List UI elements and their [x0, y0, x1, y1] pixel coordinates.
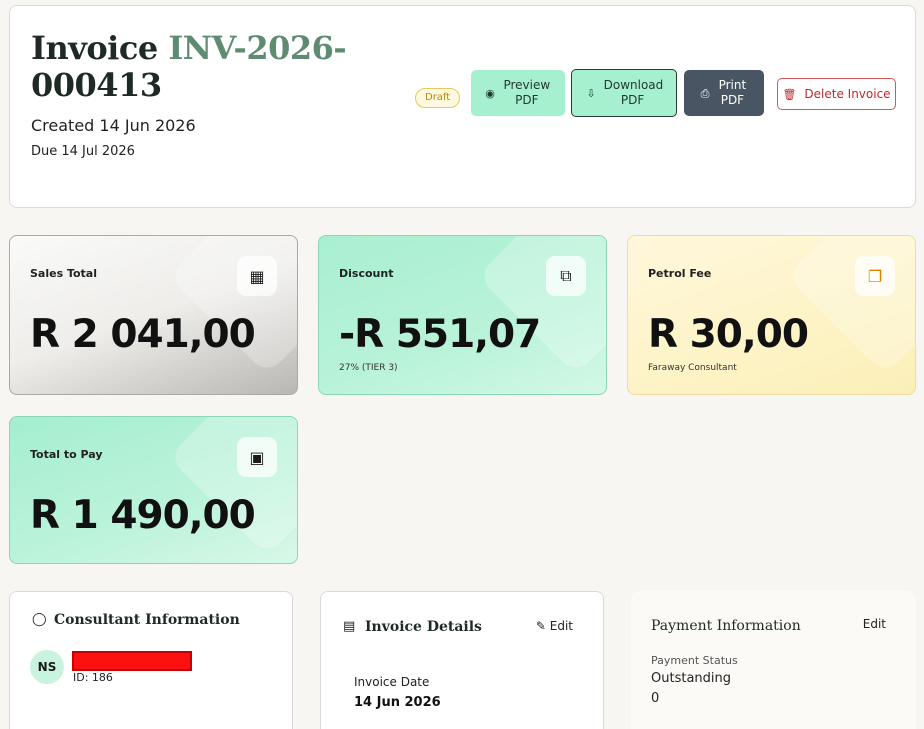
calculator-icon: ▦	[237, 256, 277, 296]
eye-icon: ◉	[485, 86, 495, 100]
edit-payment-button[interactable]: Edit	[863, 617, 886, 631]
consultant-information-card: ◯ Consultant Information NS ID: 186	[9, 591, 293, 729]
redacted-name	[72, 651, 192, 671]
petrol-fee-value: R 30,00	[648, 312, 809, 357]
trash-icon: 🗑	[782, 87, 797, 101]
payment-information-title: Payment Information	[651, 618, 801, 634]
page-title: Invoice INV-2026- 000413	[31, 30, 351, 104]
petrol-fee-note: Faraway Consultant	[648, 363, 737, 373]
discount-label: Discount	[339, 267, 394, 280]
invoice-header-card: Invoice INV-2026- 000413 Created 14 Jun …	[9, 5, 916, 208]
invoice-details-card: ▤ Invoice Details ✎ Edit Invoice Date 14…	[320, 591, 604, 729]
sales-total-label: Sales Total	[30, 267, 98, 280]
title-prefix: Invoice	[31, 29, 158, 67]
due-date: Due 14 Jul 2026	[31, 144, 135, 159]
tag-icon: ⧉	[546, 256, 586, 296]
download-icon: ⇩	[586, 86, 596, 100]
invoice-number-part2: 000413	[31, 66, 162, 104]
preview-pdf-button[interactable]: ◉ Preview PDF	[471, 70, 565, 116]
invoice-date-value: 14 Jun 2026	[354, 695, 441, 710]
document-icon: ▤	[343, 619, 356, 634]
invoice-number-part1: INV-2026-	[168, 29, 347, 67]
total-to-pay-value: R 1 490,00	[30, 493, 256, 538]
print-pdf-button[interactable]: ⎙ Print PDF	[684, 70, 764, 116]
invoice-date-label: Invoice Date	[354, 675, 430, 689]
avatar: NS	[30, 650, 64, 684]
edit-label: Edit	[549, 619, 573, 633]
petrol-fee-label: Petrol Fee	[648, 267, 712, 280]
download-pdf-label: Download PDF	[603, 78, 664, 107]
delete-invoice-button[interactable]: 🗑 Delete Invoice	[777, 78, 896, 110]
discount-card: Discount ⧉ -R 551,07 27% (TIER 3)	[318, 235, 607, 395]
edit-icon: ✎	[535, 619, 546, 633]
payment-amount: 0	[651, 691, 660, 706]
sales-total-card: Sales Total ▦ R 2 041,00	[9, 235, 298, 395]
print-pdf-label: Print PDF	[718, 78, 747, 107]
sales-total-value: R 2 041,00	[30, 312, 256, 357]
invoice-details-title: Invoice Details	[365, 619, 482, 635]
cash-icon: ▣	[237, 437, 277, 477]
total-to-pay-label: Total to Pay	[30, 448, 103, 461]
download-pdf-button[interactable]: ⇩ Download PDF	[571, 69, 677, 117]
status-badge: Draft	[415, 88, 461, 108]
petrol-fee-card: Petrol Fee ❐ R 30,00 Faraway Consultant	[627, 235, 916, 395]
total-to-pay-card: Total to Pay ▣ R 1 490,00	[9, 416, 298, 564]
consultant-id: ID: 186	[73, 671, 113, 684]
consultant-information-title: Consultant Information	[54, 612, 240, 628]
payment-status-label: Payment Status	[651, 654, 738, 667]
edit-invoice-details-button[interactable]: ✎ Edit	[536, 619, 573, 633]
user-icon: ◯	[32, 612, 47, 627]
created-date: Created 14 Jun 2026	[31, 116, 196, 135]
copy-icon: ❐	[855, 256, 895, 296]
preview-pdf-label: Preview PDF	[503, 78, 551, 107]
delete-invoice-label: Delete Invoice	[804, 86, 891, 101]
printer-icon: ⎙	[700, 86, 710, 100]
discount-value: -R 551,07	[339, 312, 541, 357]
discount-tier: 27% (TIER 3)	[339, 363, 398, 373]
payment-status-value: Outstanding	[651, 671, 731, 686]
payment-information-card: Payment Information Edit Payment Status …	[631, 591, 916, 729]
